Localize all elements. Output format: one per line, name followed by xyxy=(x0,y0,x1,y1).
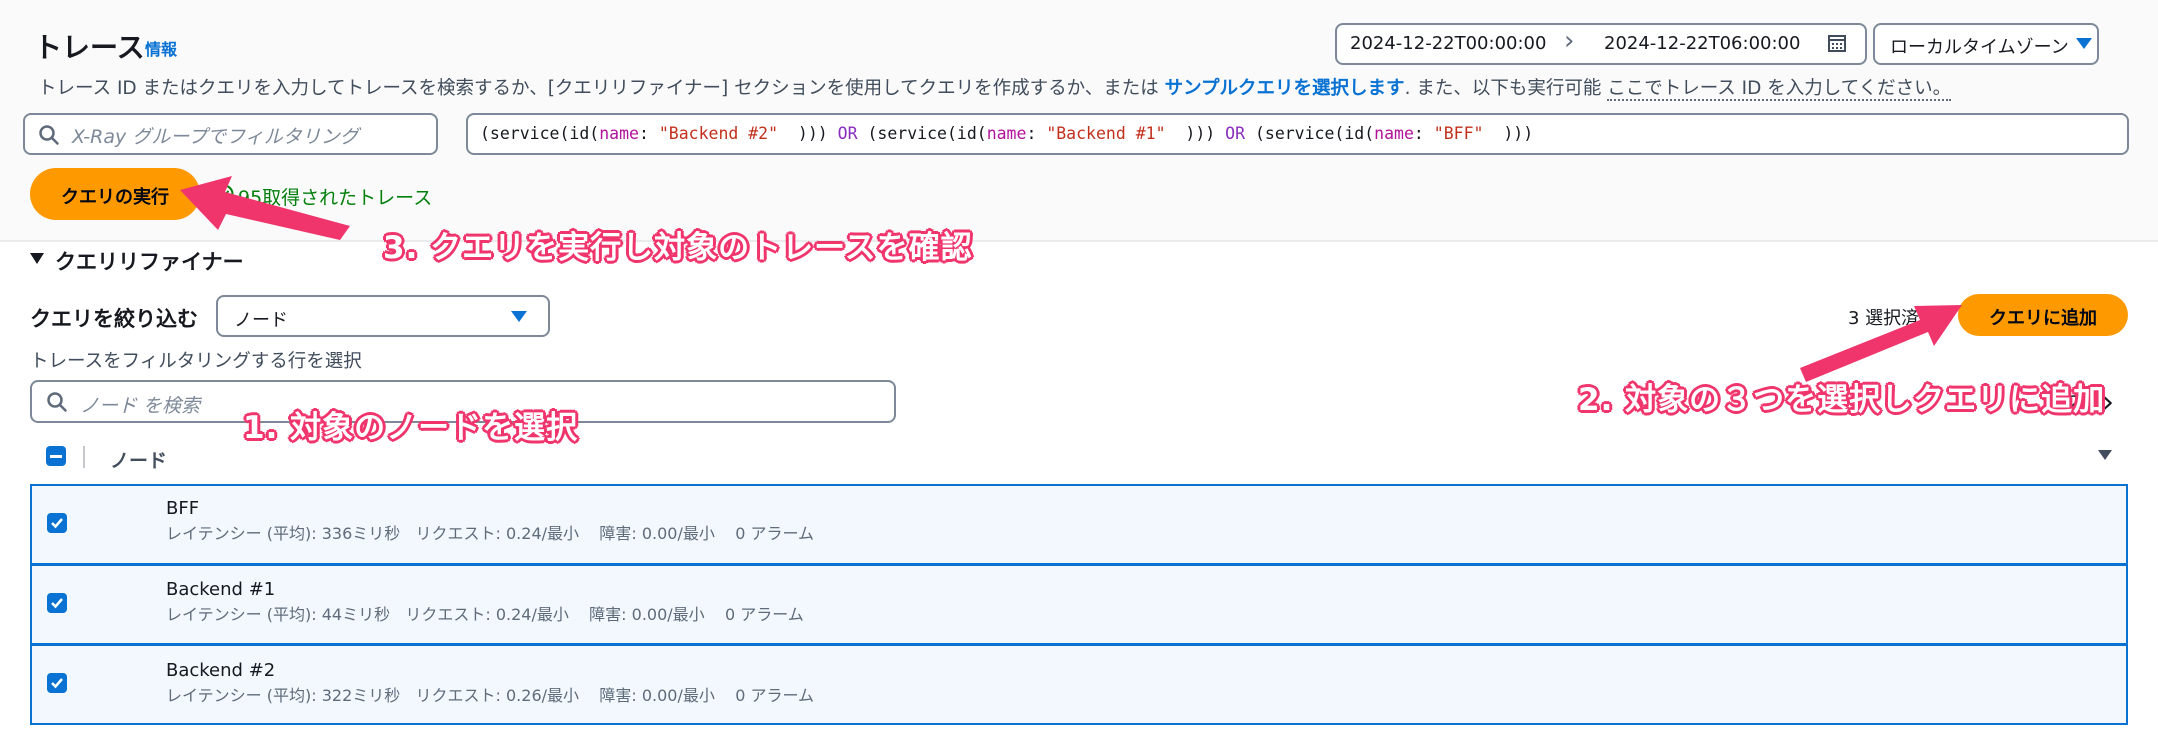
checkmark-icon xyxy=(51,678,63,689)
group-filter-placeholder: X-Ray グループでフィルタリング xyxy=(72,126,359,148)
query-token: OR xyxy=(837,124,858,143)
traces-retrieved-status: 95取得されたトレース xyxy=(238,187,433,209)
annotation-step2: 2. 対象の３つを選択しクエリに追加 xyxy=(1578,382,2106,418)
node-search-placeholder: ノード を検索 xyxy=(80,395,201,417)
annotation-step3: 3. クエリを実行し対象のトレースを確認 xyxy=(383,230,973,266)
query-token: "Backend #1" xyxy=(1046,124,1166,143)
search-icon xyxy=(47,392,67,412)
calendar-icon[interactable] xyxy=(1827,33,1847,53)
check-circle-icon xyxy=(214,184,234,204)
query-token: ))) xyxy=(1483,124,1534,143)
narrow-query-label: クエリを絞り込む xyxy=(30,307,198,331)
row-node-name: Backend #2 xyxy=(166,660,276,681)
query-expression: (service(id(name: "Backend #2" ))) OR (s… xyxy=(480,124,1533,143)
query-token: name xyxy=(986,124,1027,143)
caret-down-icon xyxy=(2076,38,2092,49)
caret-down-icon xyxy=(511,311,527,322)
column-separator xyxy=(83,446,85,468)
query-token: : xyxy=(1413,124,1434,143)
row-node-name: Backend #1 xyxy=(166,579,276,600)
selected-count: 3 選択済み xyxy=(1848,308,1938,329)
chevron-right-icon: › xyxy=(1564,26,1575,56)
caret-down-icon[interactable] xyxy=(30,253,44,264)
run-query-label: クエリの実行 xyxy=(61,187,169,208)
row-checkbox[interactable] xyxy=(47,673,67,693)
query-token: (service(id( xyxy=(857,124,987,143)
query-token: name xyxy=(1374,124,1414,143)
row-node-name: BFF xyxy=(166,498,200,519)
query-token: : xyxy=(1026,124,1047,143)
row-checkbox[interactable] xyxy=(47,513,67,533)
column-header-node[interactable]: ノード xyxy=(110,446,167,473)
filter-hint: トレースをフィルタリングする行を選択 xyxy=(30,351,362,372)
sort-icon[interactable] xyxy=(2098,450,2112,460)
section-divider xyxy=(0,240,2158,242)
page-title: トレース xyxy=(34,31,145,64)
date-range-end: 2024-12-22T06:00:00 xyxy=(1604,33,1801,54)
description-prefix: トレース ID またはクエリを入力してトレースを検索するか、[クエリリファイナー… xyxy=(38,78,1165,99)
query-refiner-title[interactable]: クエリリファイナー xyxy=(55,246,244,276)
query-token: (service(id( xyxy=(480,124,600,143)
sample-query-link[interactable]: サンプルクエリを選択します xyxy=(1165,78,1405,99)
add-to-query-label: クエリに追加 xyxy=(1989,308,2097,329)
checkmark-icon xyxy=(51,518,63,529)
description-mid: . また、以下も実行可能 xyxy=(1404,78,1608,99)
row-node-meta: レイテンシー (平均): 44ミリ秒 リクエスト: 0.24/最小 障害: 0.… xyxy=(166,605,804,624)
query-token: ))) xyxy=(1165,124,1226,143)
refine-by-value: ノード xyxy=(234,310,288,331)
query-token: (service(id( xyxy=(1245,124,1375,143)
query-token: name xyxy=(599,124,639,143)
checkmark-icon xyxy=(51,598,63,609)
query-token: "Backend #2" xyxy=(658,124,779,143)
row-node-meta: レイテンシー (平均): 322ミリ秒 リクエスト: 0.26/最小 障害: 0… xyxy=(166,686,814,705)
indeterminate-icon xyxy=(50,455,62,458)
timezone-value: ローカルタイムゾーン xyxy=(1890,37,2069,58)
query-token: ))) xyxy=(778,124,838,143)
info-link[interactable]: 情報 xyxy=(145,36,177,60)
date-range-start: 2024-12-22T00:00:00 xyxy=(1350,33,1547,54)
page-description: トレース ID またはクエリを入力してトレースを検索するか、[クエリリファイナー… xyxy=(38,74,1952,101)
search-icon xyxy=(39,125,59,145)
query-token: : xyxy=(638,124,659,143)
query-token: OR xyxy=(1225,124,1246,143)
annotation-step1: 1. 対象のノードを選択 xyxy=(243,410,579,446)
enter-trace-id-link[interactable]: ここでトレース ID を入力してください。 xyxy=(1607,78,1952,101)
query-token: "BFF" xyxy=(1433,124,1484,143)
row-node-meta: レイテンシー (平均): 336ミリ秒 リクエスト: 0.24/最小 障害: 0… xyxy=(166,524,814,543)
row-checkbox[interactable] xyxy=(47,593,67,613)
